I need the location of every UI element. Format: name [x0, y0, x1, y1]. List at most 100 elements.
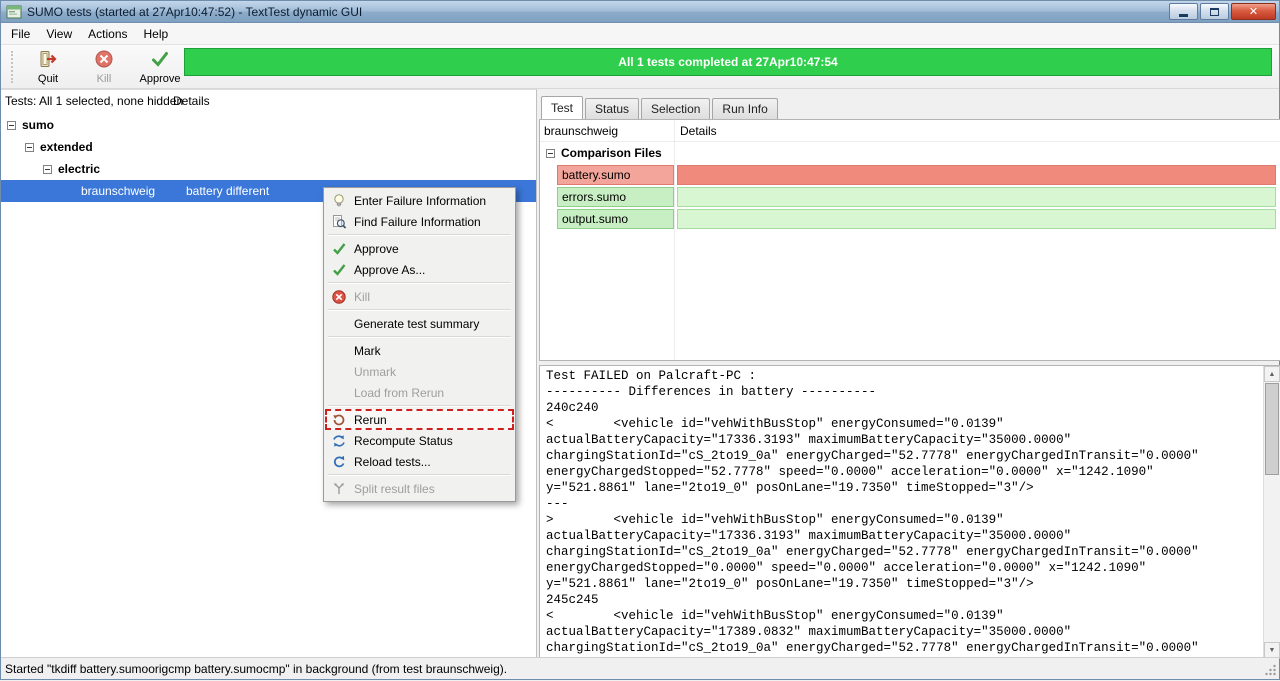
files-table-header[interactable]: braunschweig Details — [540, 120, 1280, 142]
file-status-bar — [677, 209, 1276, 229]
maximize-icon — [1210, 8, 1219, 16]
quit-icon — [38, 49, 58, 72]
rerun-icon — [330, 412, 348, 428]
tests-column-header: Tests: All 1 selected, none hidden — [5, 94, 183, 108]
menu-item-unmark[interactable]: Unmark — [325, 361, 514, 382]
menu-item-label: Recompute Status — [354, 434, 453, 448]
tab-status[interactable]: Status — [585, 98, 639, 119]
menu-separator — [328, 282, 511, 284]
close-button[interactable]: ✕ — [1231, 3, 1276, 20]
menu-item-mark[interactable]: Mark — [325, 340, 514, 361]
results-tab-bar: Test Status Selection Run Info — [541, 96, 780, 119]
comparison-files-group-row[interactable]: Comparison Files — [540, 142, 1280, 164]
column-divider — [674, 120, 675, 360]
quit-button[interactable]: Quit — [20, 47, 76, 87]
details-column-header: Details — [173, 94, 210, 108]
titlebar[interactable]: SUMO tests (started at 27Apr10:47:52) - … — [1, 1, 1279, 23]
tree-node-electric[interactable]: electric — [1, 158, 536, 180]
context-menu: Enter Failure Information Find Failure I… — [323, 187, 516, 502]
status-bar: Started "tkdiff battery.sumoorigcmp batt… — [1, 657, 1279, 679]
column-header-details: Details — [680, 124, 717, 138]
menu-item-label: Reload tests... — [354, 455, 431, 469]
toolbar: Quit Kill Approve All 1 tests completed … — [1, 45, 1279, 89]
minimize-button[interactable] — [1169, 3, 1198, 20]
collapse-icon[interactable] — [7, 121, 16, 130]
kill-button[interactable]: Kill — [76, 47, 132, 87]
file-row-errors[interactable]: errors.sumo — [540, 186, 1280, 208]
menu-actions[interactable]: Actions — [80, 25, 135, 43]
kill-icon — [330, 289, 348, 305]
file-name[interactable]: output.sumo — [557, 209, 674, 229]
lightbulb-icon — [330, 193, 348, 209]
tab-test[interactable]: Test — [541, 96, 583, 119]
collapse-icon[interactable] — [25, 143, 34, 152]
tree-node-sumo[interactable]: sumo — [1, 114, 536, 136]
recompute-status-icon — [330, 433, 348, 449]
kill-icon — [94, 49, 114, 72]
window-title: SUMO tests (started at 27Apr10:47:52) - … — [27, 5, 1169, 19]
menu-separator — [328, 309, 511, 311]
scroll-up-icon[interactable]: ▲ — [1264, 366, 1280, 382]
menu-item-generate-test-summary[interactable]: Generate test summary — [325, 313, 514, 334]
menu-item-label: Approve — [354, 242, 399, 256]
menu-item-find-failure-information[interactable]: Find Failure Information — [325, 211, 514, 232]
menu-separator — [328, 405, 511, 407]
menu-item-label: Approve As... — [354, 263, 425, 277]
kill-label: Kill — [97, 73, 112, 85]
menu-file[interactable]: File — [3, 25, 38, 43]
resize-grip[interactable] — [1262, 662, 1278, 678]
approve-check-icon — [150, 49, 170, 72]
menu-separator — [328, 474, 511, 476]
menu-item-approve-as[interactable]: Approve As... — [325, 259, 514, 280]
tree-node-extended[interactable]: extended — [1, 136, 536, 158]
window-controls: ✕ — [1169, 3, 1276, 20]
menu-item-split-result-files[interactable]: Split result files — [325, 478, 514, 499]
file-name[interactable]: errors.sumo — [557, 187, 674, 207]
no-icon — [330, 385, 348, 401]
menu-item-label: Enter Failure Information — [354, 194, 486, 208]
progress-bar: All 1 tests completed at 27Apr10:47:54 — [184, 48, 1272, 76]
file-row-output[interactable]: output.sumo — [540, 208, 1280, 230]
menu-item-label: Split result files — [354, 482, 435, 496]
menu-item-enter-failure-information[interactable]: Enter Failure Information — [325, 190, 514, 211]
menu-item-recompute-status[interactable]: Recompute Status — [325, 430, 514, 451]
comparison-files-table: braunschweig Details Comparison Files ba… — [539, 119, 1280, 361]
menu-item-label: Mark — [354, 344, 381, 358]
column-header-test-name: braunschweig — [544, 124, 618, 138]
progress-text: All 1 tests completed at 27Apr10:47:54 — [618, 55, 837, 69]
status-text: Started "tkdiff battery.sumoorigcmp batt… — [5, 662, 507, 676]
tab-selection[interactable]: Selection — [641, 98, 710, 119]
menu-view[interactable]: View — [38, 25, 80, 43]
file-status-bar — [677, 165, 1276, 185]
close-icon: ✕ — [1249, 5, 1258, 18]
output-scrollbar[interactable]: ▲ ▼ — [1263, 366, 1280, 658]
diff-output[interactable]: Test FAILED on Palcraft-PC : ---------- … — [542, 366, 1262, 658]
file-status-bar — [677, 187, 1276, 207]
file-name[interactable]: battery.sumo — [557, 165, 674, 185]
maximize-button[interactable] — [1200, 3, 1229, 20]
find-icon — [330, 214, 348, 230]
menu-separator — [328, 336, 511, 338]
menu-item-label: Unmark — [354, 365, 396, 379]
file-row-battery[interactable]: battery.sumo — [540, 164, 1280, 186]
toolbar-handle[interactable] — [11, 51, 14, 83]
collapse-icon[interactable] — [43, 165, 52, 174]
menu-item-rerun[interactable]: Rerun — [325, 409, 514, 430]
scrollbar-thumb[interactable] — [1265, 383, 1279, 475]
node-label: sumo — [22, 118, 54, 132]
menu-item-approve[interactable]: Approve — [325, 238, 514, 259]
menu-item-reload-tests[interactable]: Reload tests... — [325, 451, 514, 472]
tab-run-info[interactable]: Run Info — [712, 98, 777, 119]
app-icon — [6, 4, 22, 20]
menu-help[interactable]: Help — [136, 25, 177, 43]
menu-item-label: Kill — [354, 290, 370, 304]
quit-label: Quit — [38, 73, 58, 85]
collapse-icon[interactable] — [546, 149, 555, 158]
scroll-down-icon[interactable]: ▼ — [1264, 642, 1280, 658]
tests-header[interactable]: Tests: All 1 selected, none hidden Detai… — [1, 90, 536, 112]
menu-item-kill[interactable]: Kill — [325, 286, 514, 307]
test-name: braunschweig — [81, 184, 155, 198]
approve-button[interactable]: Approve — [132, 47, 188, 87]
menu-item-load-from-rerun[interactable]: Load from Rerun — [325, 382, 514, 403]
approve-label: Approve — [140, 73, 181, 85]
